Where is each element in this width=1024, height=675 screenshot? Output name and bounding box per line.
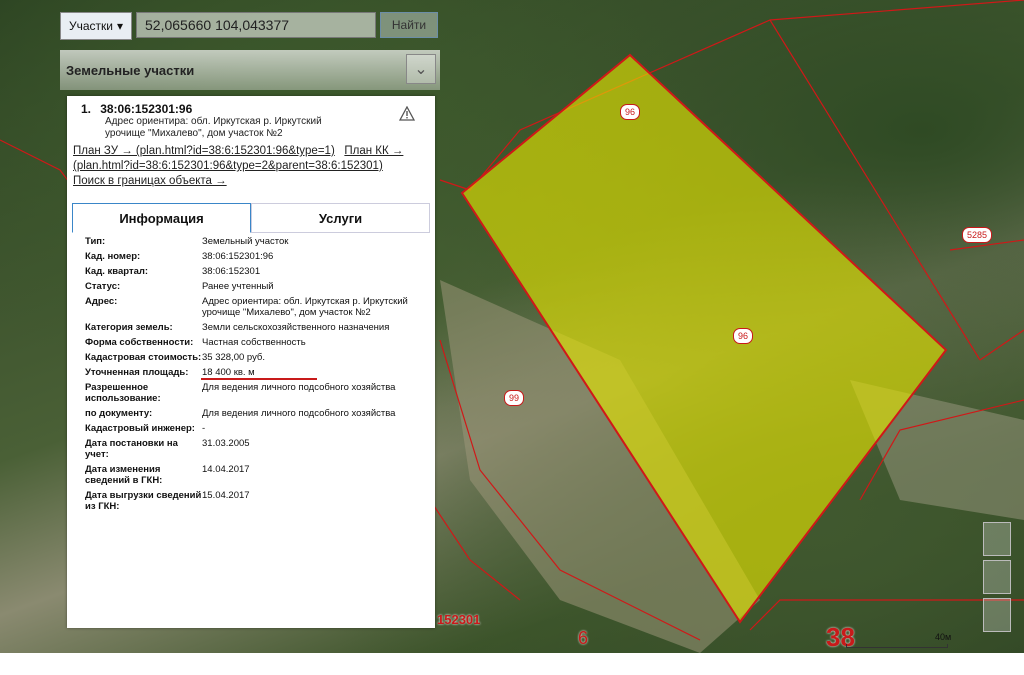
tab-services[interactable]: Услуги [251, 203, 430, 233]
property-label: Дата изменения сведений в ГКН: [85, 464, 163, 486]
map-label-38: 38 [826, 622, 855, 652]
zoom-controls [983, 522, 1011, 632]
result-links: План ЗУ → (plan.html?id=38:6:152301:96&t… [73, 144, 423, 189]
property-value: Адрес ориентира: обл. Иркутская р. Иркут… [202, 296, 408, 318]
property-row: Уточненная площадь: 18 400 кв. м [85, 367, 430, 378]
search-type-dropdown[interactable]: Участки ▾ [60, 12, 132, 40]
property-label: по документу: [85, 408, 153, 419]
chevron-down-icon: ⌄ [414, 61, 428, 78]
property-row: Дата выгрузки сведений из ГКН: 15.04.2017 [85, 490, 430, 512]
property-value: 18 400 кв. м [202, 367, 255, 378]
find-button[interactable]: Найти [380, 12, 438, 38]
layers-button[interactable] [983, 598, 1011, 632]
property-value: 15.04.2017 [202, 490, 250, 501]
parcel-label-96-center: 96 [733, 328, 754, 344]
tab-info[interactable]: Информация [72, 203, 251, 233]
ownership-highlight-underline [201, 378, 317, 380]
property-label: Статус: [85, 281, 121, 292]
property-label: Кад. квартал: [85, 266, 149, 277]
property-row: Дата изменения сведений в ГКН: 14.04.2017 [85, 464, 430, 486]
property-value: 31.03.2005 [202, 438, 250, 449]
property-row: Кад. квартал: 38:06:152301 [85, 266, 430, 277]
property-row: Кад. номер: 38:06:152301:96 [85, 251, 430, 262]
property-value: Земли сельскохозяйственного назначения [202, 322, 390, 333]
result-cad-number: 38:06:152301:96 [100, 102, 193, 116]
property-label: Форма собственности: [85, 337, 194, 348]
dropdown-label: Участки [68, 19, 113, 33]
search-bar: Участки ▾ Найти [60, 12, 438, 40]
property-value: 14.04.2017 [202, 464, 250, 475]
panel-title: Земельные участки [66, 62, 195, 78]
property-label: Разрешенное использование: [85, 382, 161, 404]
panel-header: Земельные участки ⌄ [60, 50, 440, 90]
properties-list: Тип: Земельный участок Кад. номер: 38:06:1… [85, 236, 430, 516]
property-value: 38:06:152301 [202, 266, 261, 277]
quarter-label: 152301 [437, 612, 481, 627]
property-row: по документу: Для ведения личного подсобн… [85, 408, 430, 419]
search-input[interactable] [136, 12, 376, 38]
property-row: Тип: Земельный участок [85, 236, 430, 247]
parcel-label-96-top: 96 [620, 104, 641, 120]
result-index: 1. [81, 102, 92, 116]
property-label: Дата постановки на учет: [85, 438, 178, 460]
plan-zu-link[interactable]: План ЗУ → (plan.html?id=38:6:152301:96&t… [73, 145, 335, 157]
parcel-info-panel: 1. 38:06:152301:96 Адрес ориентира: обл.… [67, 96, 435, 628]
property-label: Тип: [85, 236, 106, 247]
property-label: Кадастровая стоимость: [85, 352, 202, 363]
property-label: Категория земель: [85, 322, 173, 333]
property-label: Уточненная площадь: [85, 367, 189, 378]
property-value: Для ведения личного подсобного хозяйства [202, 408, 396, 419]
property-label: Кадастровый инженер: [85, 423, 195, 434]
property-row: Дата постановки на учет: 31.03.2005 [85, 438, 430, 460]
zoom-out-button[interactable] [983, 560, 1011, 594]
property-label: Адрес: [85, 296, 118, 307]
property-value: 38:06:152301:96 [202, 251, 274, 262]
property-value: Ранее учтенный [202, 281, 274, 292]
property-row: Категория земель: Земли сельскохозяйствен… [85, 322, 430, 333]
result-address-line2: урочище "Михалево", дом участок №2 [105, 128, 283, 139]
property-value: Земельный участок [202, 236, 289, 247]
property-row: Разрешенное использование: Для ведения ли… [85, 382, 430, 404]
chevron-down-icon: ▾ [116, 19, 124, 33]
result-address-line1: Адрес ориентира: обл. Иркутская р. Иркут… [105, 116, 322, 127]
property-row: Статус: Ранее учтенный [85, 281, 430, 292]
map-label-6: 6 [578, 628, 589, 648]
warning-icon[interactable] [399, 106, 415, 122]
property-row: Кадастровая стоимость: 35 328,00 руб. [85, 352, 430, 363]
property-row: Форма собственности: Частная собственност… [85, 337, 430, 348]
bottom-strip [0, 653, 1024, 675]
property-row: Адрес: Адрес ориентира: обл. Иркутская р.… [85, 296, 430, 318]
zoom-in-button[interactable] [983, 522, 1011, 556]
property-value: 35 328,00 руб. [202, 352, 266, 363]
property-label: Дата выгрузки сведений из ГКН: [85, 490, 202, 512]
parcel-label-5285: 5285 [962, 227, 993, 243]
search-in-bounds-link[interactable]: Поиск в границах объекта → [73, 175, 227, 187]
scale-bar [846, 644, 948, 648]
property-value: - [202, 423, 206, 434]
property-row: Кадастровый инженер: - [85, 423, 430, 434]
property-value: Для ведения личного подсобного хозяйства [202, 382, 396, 393]
property-value: Частная собственность [202, 337, 306, 348]
parcel-label-99: 99 [504, 390, 525, 406]
collapse-panel-button[interactable]: ⌄ [406, 54, 436, 84]
panel-tabs: Информация Услуги [72, 203, 430, 233]
search-result-item[interactable]: 1. 38:06:152301:96 Адрес ориентира: обл.… [81, 102, 426, 140]
scale-label: 40м [935, 632, 952, 642]
property-label: Кад. номер: [85, 251, 141, 262]
